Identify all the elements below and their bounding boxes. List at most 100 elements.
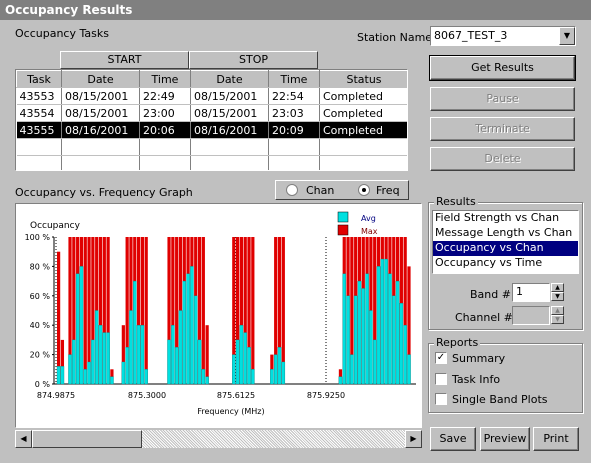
start-header: START	[60, 51, 189, 69]
avg-bar	[87, 361, 91, 385]
avg-bar	[346, 295, 350, 385]
stop-time-cell: 22:54	[268, 87, 320, 105]
avg-bar	[136, 325, 141, 385]
scroll-thumb[interactable]	[32, 430, 142, 448]
avg-bar	[243, 332, 247, 385]
status-cell: Completed	[319, 87, 407, 105]
avg-bar	[182, 280, 187, 385]
table-row-empty[interactable]	[16, 138, 407, 156]
window-title: Occupancy Results	[5, 3, 133, 17]
y-tick-label: 80 %	[30, 262, 51, 271]
scroll-right-arrow[interactable]: ▶	[405, 430, 422, 448]
col-status[interactable]: Status	[319, 70, 407, 88]
avg-bar	[129, 310, 133, 385]
station-name-label: Station Name	[357, 31, 433, 44]
occupancy-chart-svg: Occupancy 0 % 20 % 40 % 60 % 80 % 100 % 874.987…	[25, 211, 416, 416]
scroll-left-arrow[interactable]: ◀	[15, 430, 32, 448]
band-spinner[interactable]: ▲ ▼	[551, 283, 564, 301]
table-row[interactable]: 43554 08/15/2001 23:00 08/15/2001 23:03 …	[16, 104, 407, 122]
start-date-cell: 08/15/2001	[61, 104, 140, 122]
spin-up-icon[interactable]: ▲	[551, 283, 564, 292]
avg-bar	[167, 339, 171, 385]
occupancy-graph: Occupancy 0 % 20 % 40 % 60 % 80 % 100 % 874.987…	[15, 203, 422, 428]
print-button[interactable]: Print	[533, 427, 579, 451]
table-row-selected[interactable]: 43555 08/16/2001 20:06 08/16/2001 20:09 …	[16, 121, 407, 139]
avg-bar	[68, 354, 72, 385]
pause-button[interactable]: Pause	[430, 87, 575, 111]
avg-bar	[193, 295, 198, 385]
freq-radio[interactable]	[358, 184, 370, 196]
avg-bar	[391, 295, 396, 385]
avg-bar	[186, 273, 190, 385]
avg-bar	[407, 354, 411, 385]
col-task[interactable]: Task	[16, 70, 62, 88]
list-item[interactable]: Occupancy vs Time	[433, 256, 578, 271]
start-time-cell: 22:49	[139, 87, 191, 105]
avg-bar	[140, 325, 145, 385]
spin-up-icon[interactable]: ▲	[551, 306, 564, 315]
legend-avg-swatch	[337, 211, 349, 223]
spin-down-icon[interactable]: ▼	[551, 292, 564, 301]
avg-bar	[83, 369, 88, 385]
x-tick-label: 875.6125	[217, 391, 255, 400]
station-name-dropdown[interactable]: 8067_TEST_3 ▼	[430, 26, 576, 46]
chevron-down-icon[interactable]: ▼	[559, 27, 575, 45]
avg-bar	[197, 339, 202, 385]
chan-radio[interactable]	[286, 184, 298, 196]
avg-bar	[353, 295, 358, 385]
task-info-checkbox[interactable]	[435, 373, 447, 385]
reports-label: Reports	[434, 336, 481, 349]
max-bar	[251, 237, 255, 384]
occupancy-tasks-label: Occupancy Tasks	[15, 27, 109, 40]
save-button[interactable]: Save	[430, 427, 476, 451]
x-axis-label: Frequency (MHz)	[197, 407, 264, 416]
start-time-cell: 20:06	[139, 121, 191, 139]
avg-bar	[144, 369, 148, 385]
task-cell: 43553	[16, 87, 62, 105]
avg-bar	[190, 266, 194, 385]
avg-bar	[281, 361, 286, 385]
status-cell: Completed	[319, 104, 407, 122]
col-stop-date[interactable]: Date	[190, 70, 269, 88]
y-tick-label: 40 %	[30, 321, 51, 330]
status-cell: Completed	[319, 121, 407, 139]
band-input[interactable]: 1	[512, 283, 550, 302]
col-stop-time[interactable]: Time	[268, 70, 320, 88]
list-item-selected[interactable]: Occupancy vs Chan	[433, 241, 578, 256]
avg-bar	[72, 339, 76, 385]
list-item[interactable]: Field Strength vs Chan	[433, 211, 578, 226]
avg-bar	[380, 258, 385, 385]
avg-bar	[247, 347, 251, 385]
x-tick-label: 875.3000	[128, 391, 166, 400]
channel-spinner[interactable]: ▲ ▼	[551, 306, 564, 324]
avg-bar	[201, 369, 206, 385]
y-tick-label: 0 %	[35, 380, 51, 389]
chan-freq-toggle: Chan Freq	[275, 180, 409, 200]
table-row-empty[interactable]	[16, 155, 407, 170]
results-label: Results	[434, 195, 478, 208]
max-bar	[201, 237, 205, 384]
list-item[interactable]: Message Length vs Chan	[433, 226, 578, 241]
avg-bar	[91, 339, 95, 385]
avg-bar	[273, 354, 278, 385]
avg-bar	[342, 273, 346, 385]
get-results-button[interactable]: Get Results	[429, 55, 576, 81]
max-bar	[205, 325, 209, 384]
results-list[interactable]: Field Strength vs Chan Message Length vs…	[432, 210, 579, 274]
stop-date-cell: 08/15/2001	[190, 104, 269, 122]
channel-input[interactable]	[512, 306, 550, 325]
delete-button[interactable]: Delete	[430, 147, 575, 171]
graph-scrollbar[interactable]: ◀ ▶	[15, 430, 422, 448]
table-row[interactable]: 43553 08/15/2001 22:49 08/15/2001 22:54 …	[16, 87, 407, 105]
avg-bar	[350, 354, 354, 385]
spin-down-icon[interactable]: ▼	[551, 315, 564, 324]
avg-bar	[372, 339, 377, 385]
avg-bar	[376, 266, 381, 385]
col-start-date[interactable]: Date	[61, 70, 140, 88]
avg-bar	[60, 366, 65, 385]
summary-checkbox[interactable]: ✓	[435, 352, 447, 364]
preview-button[interactable]: Preview	[480, 427, 530, 451]
col-start-time[interactable]: Time	[139, 70, 191, 88]
terminate-button[interactable]: Terminate	[430, 117, 575, 141]
single-band-checkbox[interactable]	[435, 393, 447, 405]
